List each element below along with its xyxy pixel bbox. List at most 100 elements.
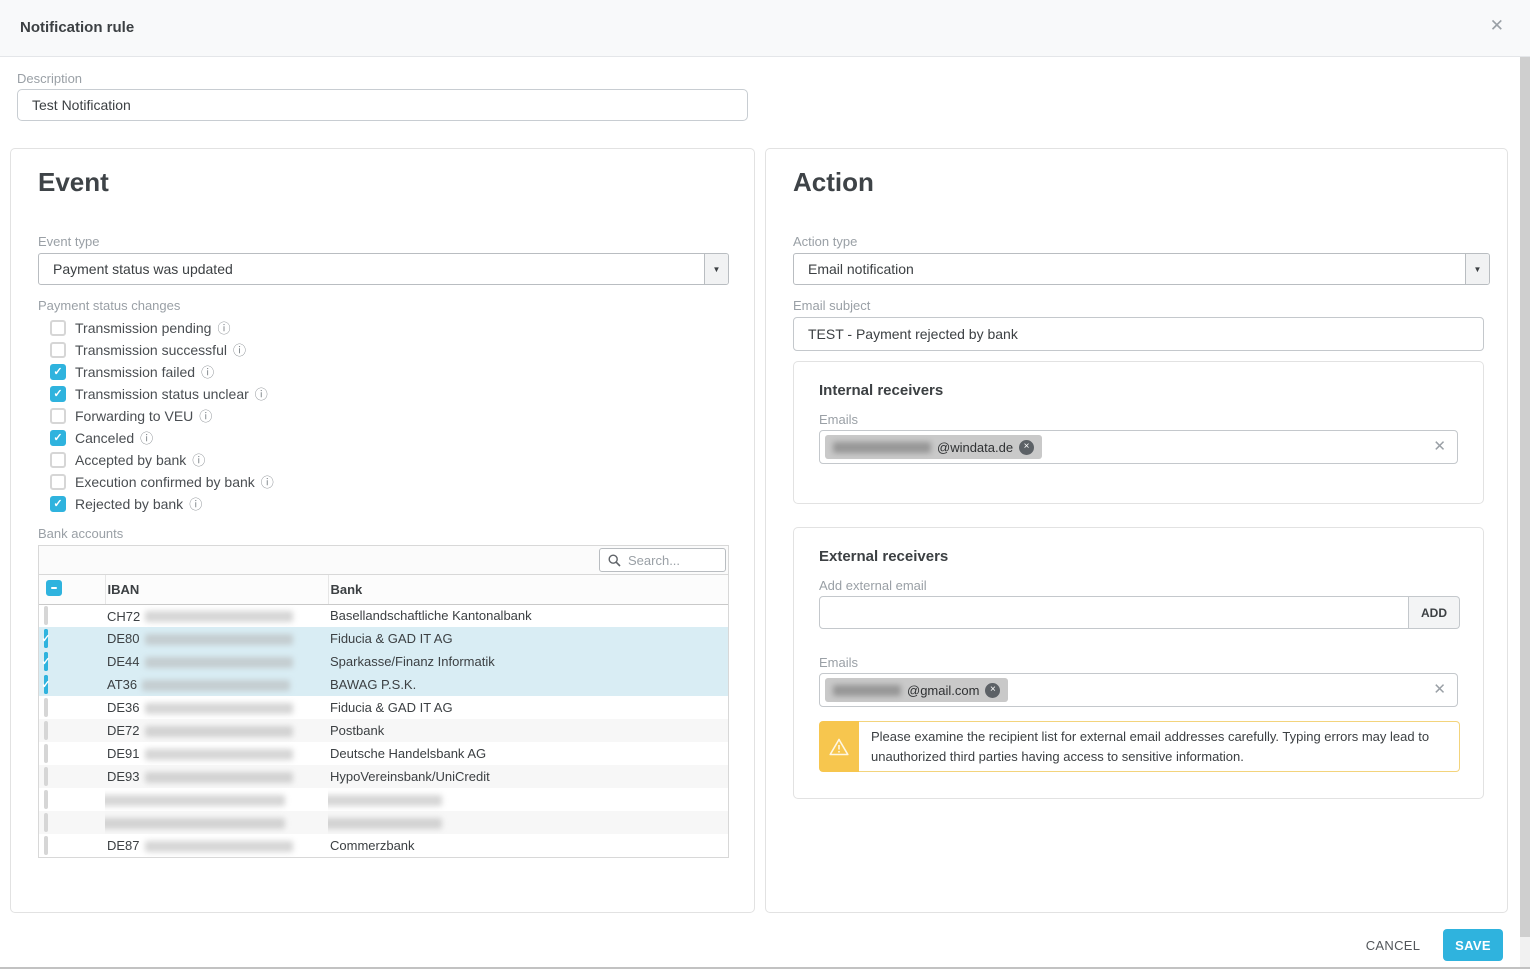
row-checkbox-cell: [39, 627, 105, 650]
row-checkbox[interactable]: [44, 652, 48, 671]
checkbox[interactable]: [50, 452, 66, 468]
row-checkbox[interactable]: [44, 744, 48, 763]
redacted-iban: [145, 726, 293, 737]
info-icon[interactable]: ⓘ: [140, 432, 153, 445]
bank-name: BAWAG P.S.K.: [330, 677, 416, 692]
event-heading: Event: [38, 167, 727, 197]
iban-prefix: AT36: [107, 678, 137, 693]
close-icon[interactable]: ✕: [1490, 17, 1504, 34]
checkbox[interactable]: [50, 408, 66, 424]
status-item-transmission-failed[interactable]: Transmission failed ⓘ: [50, 361, 727, 383]
status-item-execution-confirmed-by-bank[interactable]: Execution confirmed by bank ⓘ: [50, 471, 727, 493]
row-checkbox[interactable]: [44, 790, 48, 809]
row-checkbox[interactable]: [44, 813, 48, 832]
iban-prefix: DE44: [107, 655, 140, 670]
info-icon[interactable]: ⓘ: [201, 366, 214, 379]
bank-cell: Commerzbank: [328, 834, 728, 857]
checkbox[interactable]: [50, 496, 66, 512]
search-input[interactable]: Search...: [599, 548, 726, 572]
status-item-transmission-pending[interactable]: Transmission pending ⓘ: [50, 317, 727, 339]
table-row[interactable]: DE93 HypoVereinsbank/UniCredit: [39, 765, 728, 788]
email-subject-value: TEST - Payment rejected by bank: [808, 326, 1018, 342]
redacted-iban: [142, 680, 290, 691]
row-checkbox[interactable]: [44, 675, 48, 694]
select-all-checkbox[interactable]: [46, 580, 62, 596]
action-type-label: Action type: [793, 234, 1480, 250]
info-icon[interactable]: ⓘ: [199, 410, 212, 423]
table-row[interactable]: [39, 788, 728, 811]
email-subject-input[interactable]: TEST - Payment rejected by bank: [793, 317, 1484, 351]
table-row[interactable]: DE44 Sparkasse/Finanz Informatik: [39, 650, 728, 673]
warning-icon-block: [819, 721, 859, 772]
redacted-email-local-part: [833, 685, 901, 696]
chip-remove-icon[interactable]: ×: [1019, 440, 1034, 455]
status-item-rejected-by-bank[interactable]: Rejected by bank ⓘ: [50, 493, 727, 515]
iban-prefix: CH72: [107, 609, 140, 624]
table-row[interactable]: DE72 Postbank: [39, 719, 728, 742]
action-type-value: Email notification: [808, 261, 914, 277]
table-row[interactable]: DE87 Commerzbank: [39, 834, 728, 857]
clear-field-icon[interactable]: ✕: [1433, 439, 1446, 454]
checkbox[interactable]: [50, 320, 66, 336]
bank-accounts-label: Bank accounts: [38, 526, 727, 542]
action-heading: Action: [793, 167, 1480, 197]
chip-remove-icon[interactable]: ×: [985, 683, 1000, 698]
status-label: Canceled: [75, 430, 134, 446]
scrollbar-thumb[interactable]: [1520, 57, 1530, 937]
iban-cell: [105, 811, 328, 834]
description-input[interactable]: Test Notification: [17, 89, 748, 121]
iban-cell: DE93: [105, 765, 328, 788]
action-panel: Action Action type Email notification ▼ …: [765, 148, 1508, 913]
status-item-transmission-successful[interactable]: Transmission successful ⓘ: [50, 339, 727, 361]
status-item-canceled[interactable]: Canceled ⓘ: [50, 427, 727, 449]
event-type-label: Event type: [38, 234, 727, 250]
row-checkbox[interactable]: [44, 767, 48, 786]
table-row[interactable]: CH72 Basellandschaftliche Kantonalbank: [39, 604, 728, 627]
row-checkbox[interactable]: [44, 836, 48, 855]
info-icon[interactable]: ⓘ: [255, 388, 268, 401]
table-row[interactable]: DE91 Deutsche Handelsbank AG: [39, 742, 728, 765]
cancel-button[interactable]: CANCEL: [1362, 936, 1424, 954]
checkbox[interactable]: [50, 364, 66, 380]
row-checkbox[interactable]: [44, 629, 48, 648]
iban-cell: DE91: [105, 742, 328, 765]
table-row[interactable]: DE80 Fiducia & GAD IT AG: [39, 627, 728, 650]
action-type-select[interactable]: Email notification ▼: [793, 253, 1490, 285]
checkbox[interactable]: [50, 386, 66, 402]
checkbox[interactable]: [50, 430, 66, 446]
info-icon[interactable]: ⓘ: [192, 454, 205, 467]
clear-field-icon[interactable]: ✕: [1433, 682, 1446, 697]
row-checkbox[interactable]: [44, 698, 48, 717]
info-icon[interactable]: ⓘ: [233, 344, 246, 357]
chevron-down-icon[interactable]: ▼: [1465, 254, 1489, 284]
info-icon[interactable]: ⓘ: [261, 476, 274, 489]
checkbox[interactable]: [50, 342, 66, 358]
external-emails-field[interactable]: @gmail.com × ✕: [819, 673, 1458, 707]
row-checkbox[interactable]: [44, 721, 48, 740]
info-icon[interactable]: ⓘ: [189, 498, 202, 511]
row-checkbox[interactable]: [44, 606, 48, 625]
select-all-header: [39, 575, 105, 604]
table-row[interactable]: DE36 Fiducia & GAD IT AG: [39, 696, 728, 719]
info-icon[interactable]: ⓘ: [217, 322, 230, 335]
checkbox[interactable]: [50, 474, 66, 490]
save-button[interactable]: SAVE: [1443, 929, 1503, 961]
iban-prefix: DE87: [107, 839, 140, 854]
table-row[interactable]: AT36 BAWAG P.S.K.: [39, 673, 728, 696]
status-item-accepted-by-bank[interactable]: Accepted by bank ⓘ: [50, 449, 727, 471]
add-email-input[interactable]: [819, 596, 1409, 629]
status-item-transmission-status-unclear[interactable]: Transmission status unclear ⓘ: [50, 383, 727, 405]
table-row[interactable]: [39, 811, 728, 834]
redacted-iban: [145, 611, 293, 622]
external-email-warning: Please examine the recipient list for ex…: [819, 721, 1460, 772]
add-button[interactable]: ADD: [1409, 596, 1460, 629]
bank-name: Postbank: [330, 723, 384, 738]
internal-emails-field[interactable]: @windata.de × ✕: [819, 430, 1458, 464]
internal-emails-label: Emails: [819, 412, 1458, 428]
chevron-down-icon[interactable]: ▼: [704, 254, 728, 284]
status-item-forwarding-to-veu[interactable]: Forwarding to VEU ⓘ: [50, 405, 727, 427]
dialog-header: Notification rule ✕: [0, 0, 1530, 57]
event-type-select[interactable]: Payment status was updated ▼: [38, 253, 729, 285]
vertical-scrollbar: [1520, 57, 1530, 969]
external-receivers-card: External receivers Add external email AD…: [793, 527, 1484, 799]
